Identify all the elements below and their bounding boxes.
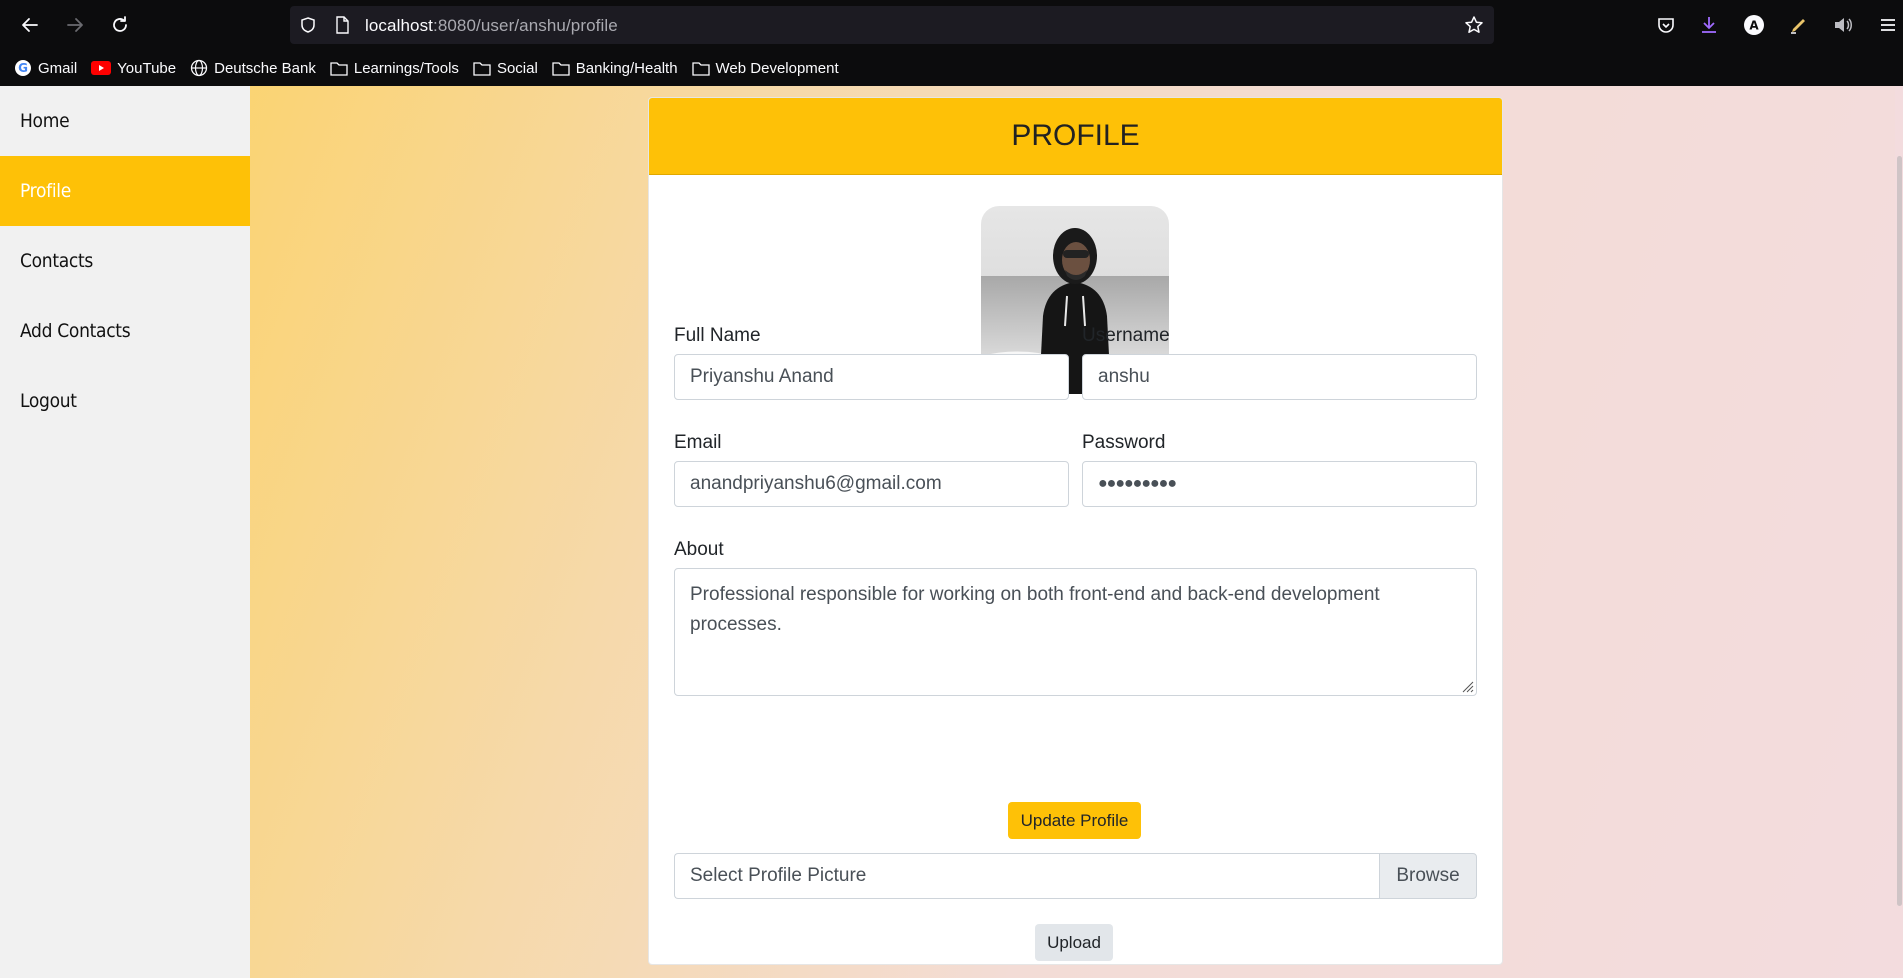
star-icon[interactable] xyxy=(1464,15,1484,35)
globe-icon xyxy=(190,59,208,77)
page-title: PROFILE xyxy=(1011,119,1140,152)
full-name-field[interactable]: Priyanshu Anand xyxy=(674,354,1069,400)
sidebar-item-home[interactable]: Home xyxy=(0,86,250,156)
arrow-right-icon xyxy=(67,18,83,32)
browse-button[interactable]: Browse xyxy=(1379,853,1477,899)
profile-header: PROFILE xyxy=(649,98,1502,175)
resize-handle-icon[interactable] xyxy=(1460,679,1474,693)
update-profile-button[interactable]: Update Profile xyxy=(1008,802,1141,839)
url-text[interactable]: localhost:8080/user/anshu/profile xyxy=(365,16,618,36)
bookmark-youtube[interactable]: YouTube xyxy=(91,60,176,77)
scrollbar-thumb[interactable] xyxy=(1897,156,1902,906)
browser-toolbar: localhost:8080/user/anshu/profile A xyxy=(0,0,1903,50)
password-label: Password xyxy=(1082,432,1166,453)
menu-icon[interactable] xyxy=(1876,13,1900,37)
forward-button[interactable] xyxy=(60,10,90,40)
reload-button[interactable] xyxy=(105,10,135,40)
about-label: About xyxy=(674,539,724,560)
page-icon xyxy=(332,15,352,35)
email-field[interactable]: anandpriyanshu6@gmail.com xyxy=(674,461,1069,507)
file-input-label[interactable]: Select Profile Picture xyxy=(674,853,1379,899)
username-label: Username xyxy=(1082,325,1170,346)
bookmark-gmail[interactable]: G Gmail xyxy=(14,59,77,77)
email-label: Email xyxy=(674,432,722,453)
account-icon[interactable]: A xyxy=(1742,13,1766,37)
profile-picture-file-input[interactable]: Select Profile Picture Browse xyxy=(674,853,1477,899)
bookmarks-bar: G Gmail YouTube Deutsche Bank Learnings/… xyxy=(0,50,1903,86)
username-field[interactable]: anshu xyxy=(1082,354,1477,400)
password-field[interactable]: ●●●●●●●●● xyxy=(1082,461,1477,507)
folder-icon xyxy=(330,62,348,76)
folder-icon xyxy=(552,62,570,76)
back-button[interactable] xyxy=(15,10,45,40)
pen-extension-icon[interactable] xyxy=(1787,13,1811,37)
reload-icon xyxy=(113,16,127,32)
full-name-label: Full Name xyxy=(674,325,761,346)
bookmark-social[interactable]: Social xyxy=(473,60,538,77)
sidebar-item-contacts[interactable]: Contacts xyxy=(0,226,250,296)
profile-card: PROFILE Full Name Priyanshu Anand Userna… xyxy=(648,97,1503,965)
sidebar-item-logout[interactable]: Logout xyxy=(0,366,250,436)
arrow-left-icon xyxy=(22,18,38,32)
sidebar: Home Profile Contacts Add Contacts Logou… xyxy=(0,86,250,978)
sidebar-item-profile[interactable]: Profile xyxy=(0,156,250,226)
google-icon: G xyxy=(15,60,31,76)
shield-icon[interactable] xyxy=(298,15,318,35)
folder-icon xyxy=(473,62,491,76)
bookmark-web-development[interactable]: Web Development xyxy=(691,60,839,77)
svg-text:G: G xyxy=(18,61,28,75)
speaker-icon[interactable] xyxy=(1831,13,1855,37)
download-icon[interactable] xyxy=(1697,13,1721,37)
youtube-icon xyxy=(91,61,112,75)
sidebar-item-add-contacts[interactable]: Add Contacts xyxy=(0,296,250,366)
bookmark-banking-health[interactable]: Banking/Health xyxy=(552,60,678,77)
pocket-icon[interactable] xyxy=(1654,13,1678,37)
bookmark-deutsche-bank[interactable]: Deutsche Bank xyxy=(190,59,316,77)
svg-text:A: A xyxy=(1749,19,1759,33)
upload-button[interactable]: Upload xyxy=(1035,924,1113,961)
page-scrollbar[interactable] xyxy=(1895,86,1903,978)
folder-icon xyxy=(691,62,710,76)
bookmark-learnings-tools[interactable]: Learnings/Tools xyxy=(330,60,459,77)
about-textarea[interactable]: Professional responsible for working on … xyxy=(674,568,1477,696)
url-bar[interactable]: localhost:8080/user/anshu/profile xyxy=(290,6,1494,44)
page-content: Home Profile Contacts Add Contacts Logou… xyxy=(0,86,1903,978)
